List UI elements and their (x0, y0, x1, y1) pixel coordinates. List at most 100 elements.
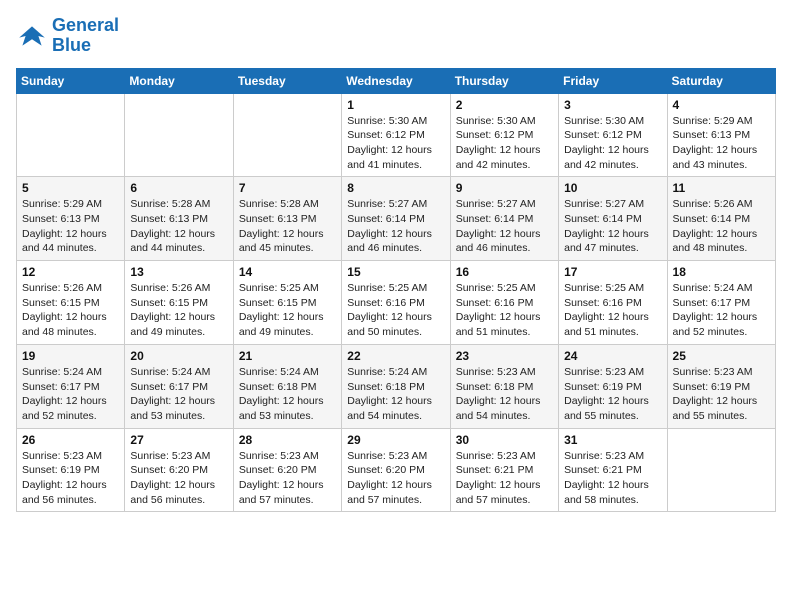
day-info: Sunrise: 5:28 AM Sunset: 6:13 PM Dayligh… (239, 197, 336, 256)
day-number: 3 (564, 98, 661, 112)
calendar-cell: 27 Sunrise: 5:23 AM Sunset: 6:20 PM Dayli… (125, 428, 233, 512)
calendar-header-cell: Saturday (667, 68, 775, 93)
day-number: 20 (130, 349, 227, 363)
day-info: Sunrise: 5:23 AM Sunset: 6:19 PM Dayligh… (22, 449, 119, 508)
day-info: Sunrise: 5:26 AM Sunset: 6:14 PM Dayligh… (673, 197, 770, 256)
calendar-header-cell: Thursday (450, 68, 558, 93)
day-number: 5 (22, 181, 119, 195)
calendar-cell: 3 Sunrise: 5:30 AM Sunset: 6:12 PM Daylig… (559, 93, 667, 177)
calendar-header-cell: Monday (125, 68, 233, 93)
day-info: Sunrise: 5:25 AM Sunset: 6:15 PM Dayligh… (239, 281, 336, 340)
day-info: Sunrise: 5:30 AM Sunset: 6:12 PM Dayligh… (347, 114, 444, 173)
calendar-cell: 4 Sunrise: 5:29 AM Sunset: 6:13 PM Daylig… (667, 93, 775, 177)
day-number: 18 (673, 265, 770, 279)
day-info: Sunrise: 5:29 AM Sunset: 6:13 PM Dayligh… (22, 197, 119, 256)
day-number: 22 (347, 349, 444, 363)
day-info: Sunrise: 5:27 AM Sunset: 6:14 PM Dayligh… (456, 197, 553, 256)
day-number: 11 (673, 181, 770, 195)
day-info: Sunrise: 5:24 AM Sunset: 6:18 PM Dayligh… (239, 365, 336, 424)
day-info: Sunrise: 5:23 AM Sunset: 6:20 PM Dayligh… (130, 449, 227, 508)
calendar-cell: 11 Sunrise: 5:26 AM Sunset: 6:14 PM Dayli… (667, 177, 775, 261)
calendar-cell (17, 93, 125, 177)
day-info: Sunrise: 5:25 AM Sunset: 6:16 PM Dayligh… (347, 281, 444, 340)
day-number: 4 (673, 98, 770, 112)
calendar-cell (667, 428, 775, 512)
calendar-week-row: 12 Sunrise: 5:26 AM Sunset: 6:15 PM Dayli… (17, 261, 776, 345)
calendar-header-cell: Tuesday (233, 68, 341, 93)
day-info: Sunrise: 5:30 AM Sunset: 6:12 PM Dayligh… (564, 114, 661, 173)
day-number: 29 (347, 433, 444, 447)
day-info: Sunrise: 5:24 AM Sunset: 6:17 PM Dayligh… (673, 281, 770, 340)
day-number: 9 (456, 181, 553, 195)
day-number: 26 (22, 433, 119, 447)
logo-text: GeneralBlue (52, 16, 119, 56)
day-info: Sunrise: 5:27 AM Sunset: 6:14 PM Dayligh… (347, 197, 444, 256)
calendar-cell: 14 Sunrise: 5:25 AM Sunset: 6:15 PM Dayli… (233, 261, 341, 345)
calendar-cell: 9 Sunrise: 5:27 AM Sunset: 6:14 PM Daylig… (450, 177, 558, 261)
logo-icon (16, 20, 48, 52)
day-number: 1 (347, 98, 444, 112)
calendar-cell: 16 Sunrise: 5:25 AM Sunset: 6:16 PM Dayli… (450, 261, 558, 345)
calendar-header-row: SundayMondayTuesdayWednesdayThursdayFrid… (17, 68, 776, 93)
day-number: 16 (456, 265, 553, 279)
calendar-cell: 7 Sunrise: 5:28 AM Sunset: 6:13 PM Daylig… (233, 177, 341, 261)
day-number: 7 (239, 181, 336, 195)
calendar-cell: 31Sunrise: 5:23 AM Sunset: 6:21 PM Dayli… (559, 428, 667, 512)
day-info: Sunrise: 5:23 AM Sunset: 6:19 PM Dayligh… (673, 365, 770, 424)
day-number: 13 (130, 265, 227, 279)
day-number: 15 (347, 265, 444, 279)
day-info: Sunrise: 5:24 AM Sunset: 6:17 PM Dayligh… (22, 365, 119, 424)
day-number: 6 (130, 181, 227, 195)
calendar-header-cell: Sunday (17, 68, 125, 93)
day-info: Sunrise: 5:27 AM Sunset: 6:14 PM Dayligh… (564, 197, 661, 256)
calendar-body: 1 Sunrise: 5:30 AM Sunset: 6:12 PM Daylig… (17, 93, 776, 512)
day-number: 8 (347, 181, 444, 195)
calendar-week-row: 5 Sunrise: 5:29 AM Sunset: 6:13 PM Daylig… (17, 177, 776, 261)
calendar-cell: 29 Sunrise: 5:23 AM Sunset: 6:20 PM Dayli… (342, 428, 450, 512)
day-info: Sunrise: 5:25 AM Sunset: 6:16 PM Dayligh… (564, 281, 661, 340)
day-info: Sunrise: 5:29 AM Sunset: 6:13 PM Dayligh… (673, 114, 770, 173)
day-info: Sunrise: 5:23 AM Sunset: 6:19 PM Dayligh… (564, 365, 661, 424)
calendar-week-row: 1 Sunrise: 5:30 AM Sunset: 6:12 PM Daylig… (17, 93, 776, 177)
calendar-cell: 20 Sunrise: 5:24 AM Sunset: 6:17 PM Dayli… (125, 344, 233, 428)
day-number: 10 (564, 181, 661, 195)
calendar-table: SundayMondayTuesdayWednesdayThursdayFrid… (16, 68, 776, 513)
day-info: Sunrise: 5:25 AM Sunset: 6:16 PM Dayligh… (456, 281, 553, 340)
day-info: Sunrise: 5:23 AM Sunset: 6:20 PM Dayligh… (347, 449, 444, 508)
calendar-cell: 23Sunrise: 5:23 AM Sunset: 6:18 PM Dayli… (450, 344, 558, 428)
calendar-cell: 1 Sunrise: 5:30 AM Sunset: 6:12 PM Daylig… (342, 93, 450, 177)
calendar-header-cell: Friday (559, 68, 667, 93)
calendar-cell: 17Sunrise: 5:25 AM Sunset: 6:16 PM Dayli… (559, 261, 667, 345)
day-number: 12 (22, 265, 119, 279)
calendar-cell: 2Sunrise: 5:30 AM Sunset: 6:12 PM Daylig… (450, 93, 558, 177)
calendar-cell: 21 Sunrise: 5:24 AM Sunset: 6:18 PM Dayli… (233, 344, 341, 428)
calendar-cell: 10 Sunrise: 5:27 AM Sunset: 6:14 PM Dayli… (559, 177, 667, 261)
calendar-cell: 15 Sunrise: 5:25 AM Sunset: 6:16 PM Dayli… (342, 261, 450, 345)
day-info: Sunrise: 5:26 AM Sunset: 6:15 PM Dayligh… (22, 281, 119, 340)
day-number: 27 (130, 433, 227, 447)
day-number: 23 (456, 349, 553, 363)
day-number: 19 (22, 349, 119, 363)
day-number: 24 (564, 349, 661, 363)
calendar-cell: 8 Sunrise: 5:27 AM Sunset: 6:14 PM Daylig… (342, 177, 450, 261)
day-info: Sunrise: 5:23 AM Sunset: 6:20 PM Dayligh… (239, 449, 336, 508)
calendar-week-row: 19 Sunrise: 5:24 AM Sunset: 6:17 PM Dayli… (17, 344, 776, 428)
day-info: Sunrise: 5:24 AM Sunset: 6:17 PM Dayligh… (130, 365, 227, 424)
day-number: 25 (673, 349, 770, 363)
day-number: 28 (239, 433, 336, 447)
day-info: Sunrise: 5:30 AM Sunset: 6:12 PM Dayligh… (456, 114, 553, 173)
day-number: 14 (239, 265, 336, 279)
calendar-week-row: 26 Sunrise: 5:23 AM Sunset: 6:19 PM Dayli… (17, 428, 776, 512)
logo: GeneralBlue (16, 16, 119, 56)
page-header: GeneralBlue (16, 16, 776, 56)
calendar-cell: 5 Sunrise: 5:29 AM Sunset: 6:13 PM Daylig… (17, 177, 125, 261)
calendar-cell: 30Sunrise: 5:23 AM Sunset: 6:21 PM Dayli… (450, 428, 558, 512)
calendar-cell: 13Sunrise: 5:26 AM Sunset: 6:15 PM Dayli… (125, 261, 233, 345)
calendar-cell (233, 93, 341, 177)
calendar-cell: 25 Sunrise: 5:23 AM Sunset: 6:19 PM Dayli… (667, 344, 775, 428)
day-number: 21 (239, 349, 336, 363)
calendar-cell: 18 Sunrise: 5:24 AM Sunset: 6:17 PM Dayli… (667, 261, 775, 345)
calendar-header-cell: Wednesday (342, 68, 450, 93)
calendar-cell (125, 93, 233, 177)
calendar-cell: 12 Sunrise: 5:26 AM Sunset: 6:15 PM Dayli… (17, 261, 125, 345)
